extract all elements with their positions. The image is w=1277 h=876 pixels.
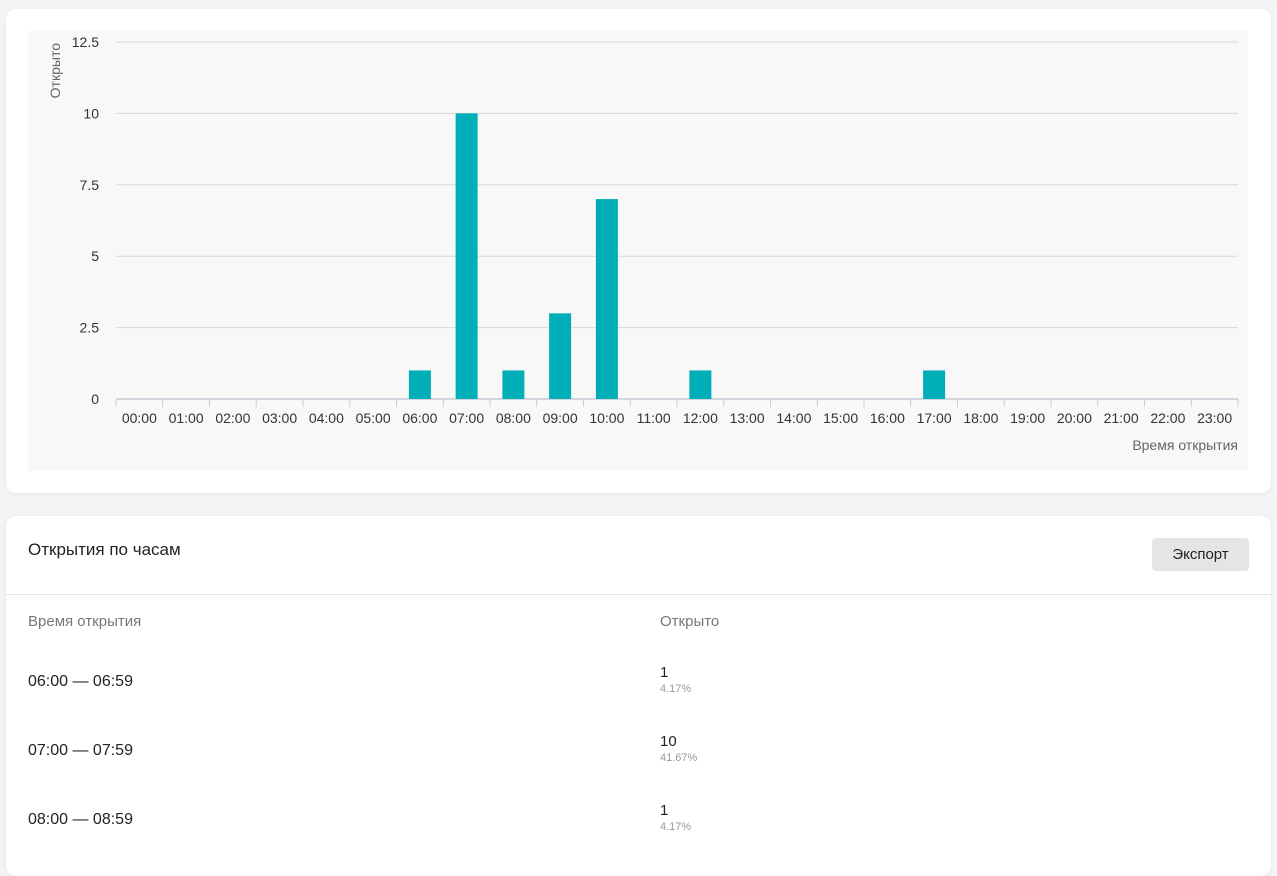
x-tick-label: 21:00 bbox=[1104, 410, 1139, 426]
x-tick-label: 13:00 bbox=[730, 410, 765, 426]
x-tick-label: 10:00 bbox=[589, 410, 624, 426]
y-tick-label: 5 bbox=[91, 248, 99, 264]
x-tick-label: 20:00 bbox=[1057, 410, 1092, 426]
y-tick-label: 2.5 bbox=[80, 320, 100, 336]
plot-background bbox=[28, 31, 1248, 471]
x-tick-label: 18:00 bbox=[963, 410, 998, 426]
y-tick-label: 10 bbox=[83, 105, 99, 121]
bar bbox=[595, 199, 618, 399]
x-tick-label: 00:00 bbox=[122, 410, 157, 426]
x-tick-label: 11:00 bbox=[637, 410, 671, 426]
x-tick-label: 05:00 bbox=[356, 410, 391, 426]
bar bbox=[549, 313, 572, 399]
bar bbox=[689, 370, 712, 399]
x-tick-label: 06:00 bbox=[402, 410, 437, 426]
x-tick-label: 14:00 bbox=[776, 410, 811, 426]
x-tick-label: 12:00 bbox=[683, 410, 718, 426]
y-tick-label: 0 bbox=[91, 391, 99, 407]
x-tick-label: 07:00 bbox=[449, 410, 484, 426]
x-tick-label: 23:00 bbox=[1197, 410, 1232, 426]
y-tick-label: 7.5 bbox=[80, 177, 100, 193]
x-tick-label: 08:00 bbox=[496, 410, 531, 426]
x-tick-label: 15:00 bbox=[823, 410, 858, 426]
table-card: Открытия по часам Экспорт Время открытия… bbox=[6, 516, 1271, 876]
row-percent: 4.17% bbox=[660, 683, 692, 695]
table-row: 07:00 — 07:59 10 41.67% bbox=[6, 720, 1271, 789]
x-tick-label: 01:00 bbox=[169, 410, 204, 426]
x-tick-label: 03:00 bbox=[262, 410, 297, 426]
bar bbox=[408, 370, 431, 399]
x-tick-label: 19:00 bbox=[1010, 410, 1045, 426]
export-button[interactable]: Экспорт bbox=[1152, 538, 1249, 571]
y-tick-label: 12.5 bbox=[72, 34, 99, 50]
x-axis-title: Время открытия bbox=[1132, 437, 1238, 453]
row-count: 1 bbox=[660, 664, 669, 681]
row-percent: 41.67% bbox=[660, 752, 698, 764]
x-tick-label: 09:00 bbox=[543, 410, 578, 426]
row-count: 10 bbox=[660, 733, 677, 750]
table-header: Открытия по часам Экспорт bbox=[6, 516, 1271, 595]
row-count: 1 bbox=[660, 802, 669, 819]
chart-card: 0 2.5 5 7.5 10 12.5 00:00 01:00 02:00 03:00 04:00 0… bbox=[6, 9, 1271, 493]
row-time: 06:00 — 06:59 bbox=[28, 673, 133, 690]
table-title: Открытия по часам bbox=[28, 540, 181, 559]
x-tick-label: 17:00 bbox=[917, 410, 952, 426]
table-row: 06:00 — 06:59 1 4.17% bbox=[6, 651, 1271, 720]
row-percent: 4.17% bbox=[660, 821, 692, 833]
column-header-opened: Открыто bbox=[660, 613, 720, 630]
x-tick-label: 16:00 bbox=[870, 410, 905, 426]
table-row: 08:00 — 08:59 1 4.17% bbox=[6, 789, 1271, 858]
bar bbox=[502, 370, 525, 399]
x-tick-label: 22:00 bbox=[1150, 410, 1185, 426]
bar-chart: 0 2.5 5 7.5 10 12.5 00:00 01:00 02:00 03:00 04:00 0… bbox=[28, 31, 1248, 471]
y-axis-title: Открыто bbox=[47, 43, 63, 99]
bar bbox=[455, 113, 478, 400]
row-time: 08:00 — 08:59 bbox=[28, 811, 133, 828]
row-time: 07:00 — 07:59 bbox=[28, 742, 133, 759]
bar bbox=[923, 370, 946, 399]
x-tick-label: 02:00 bbox=[215, 410, 250, 426]
column-header-time: Время открытия bbox=[28, 613, 142, 630]
x-tick-label: 04:00 bbox=[309, 410, 344, 426]
